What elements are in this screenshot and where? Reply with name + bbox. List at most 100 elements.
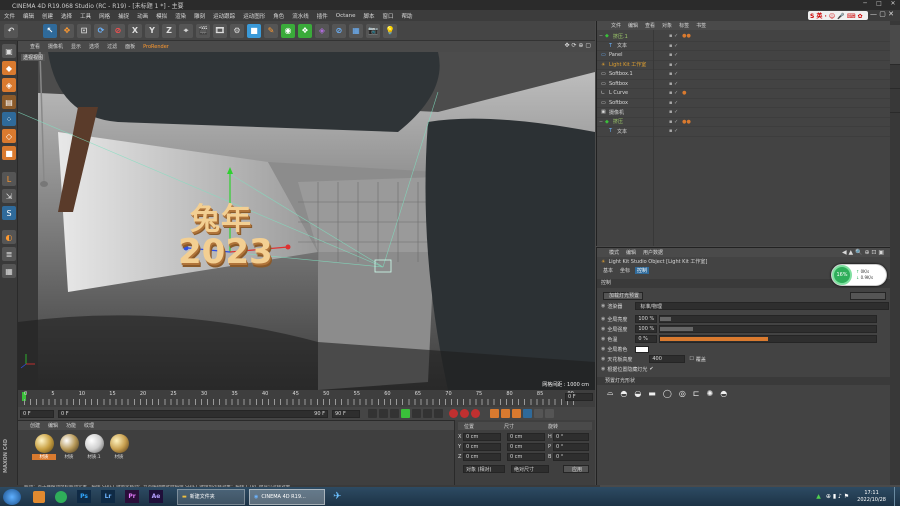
coord-system-icon[interactable]: ⌖ bbox=[179, 23, 193, 38]
make-editable-icon[interactable]: ▣ bbox=[2, 44, 16, 58]
visibility-icon[interactable]: ▪ ✓ bbox=[669, 100, 678, 106]
material-tag-icon[interactable]: ● bbox=[682, 90, 686, 96]
param-toggle-icon[interactable]: ◉ bbox=[601, 316, 605, 322]
pen-icon[interactable]: ✎ bbox=[264, 23, 278, 38]
attr-menu-edit[interactable]: 编辑 bbox=[626, 249, 636, 256]
visibility-icon[interactable]: ▪ ✓ bbox=[669, 52, 678, 58]
undo-icon[interactable]: ↶ bbox=[4, 23, 18, 38]
viewport-menu-options[interactable]: 选项 bbox=[89, 43, 99, 50]
rot-p-field[interactable]: 0 ° bbox=[553, 443, 589, 451]
position-key-icon[interactable] bbox=[490, 409, 499, 418]
param-key-icon[interactable] bbox=[523, 409, 532, 418]
live-selection-icon[interactable]: ↖ bbox=[43, 23, 57, 38]
expand-icon[interactable]: − bbox=[597, 119, 605, 125]
attr-menu-userdata[interactable]: 用户数据 bbox=[643, 249, 663, 256]
media-player-icon[interactable] bbox=[33, 490, 45, 503]
menu-sculpt[interactable]: 雕刻 bbox=[194, 12, 205, 20]
minimize-button[interactable]: ─ bbox=[858, 0, 872, 10]
cube-icon[interactable]: ■ bbox=[247, 23, 261, 38]
shape-preset-icon[interactable]: ▬ bbox=[648, 389, 656, 398]
preset-dropdown[interactable] bbox=[850, 291, 886, 300]
param-toggle-icon[interactable]: ◉ bbox=[601, 336, 605, 342]
lightroom-icon[interactable]: Lr bbox=[101, 490, 115, 503]
deformer-icon[interactable]: ◈ bbox=[315, 23, 329, 38]
shape-preset-icon[interactable]: ◎ bbox=[679, 389, 686, 398]
menu-file[interactable]: 文件 bbox=[4, 12, 15, 20]
render-picture-viewer-icon[interactable]: 🎞 bbox=[213, 23, 227, 38]
viewport-menu-prorender[interactable]: ProRender bbox=[143, 44, 169, 50]
menu-tools[interactable]: 工具 bbox=[80, 12, 91, 20]
last-tool-icon[interactable]: ⊘ bbox=[111, 23, 125, 38]
play-icon[interactable] bbox=[401, 409, 410, 418]
next-key-icon[interactable] bbox=[412, 409, 421, 418]
move-icon[interactable]: ✥ bbox=[60, 23, 74, 38]
timeline-menu-icon[interactable] bbox=[545, 409, 554, 418]
start-button[interactable] bbox=[3, 488, 21, 505]
start-frame-field[interactable]: 0 F bbox=[20, 409, 54, 418]
grid-icon[interactable]: ▦ bbox=[2, 264, 16, 278]
menu-create[interactable]: 创建 bbox=[42, 12, 53, 20]
attr-tab-coord[interactable]: 坐标 bbox=[618, 267, 632, 274]
rotate-icon[interactable]: ⟳ bbox=[94, 23, 108, 38]
snap-icon[interactable]: S bbox=[2, 206, 16, 220]
object-menu-file[interactable]: 文件 bbox=[611, 22, 621, 29]
object-row[interactable]: T 文本 ▪ ✓ bbox=[597, 42, 890, 51]
visibility-icon[interactable]: ▪ ✓ bbox=[669, 109, 678, 115]
object-row[interactable]: ▣ 摄像机 ▪ ✓ bbox=[597, 108, 890, 118]
object-row[interactable]: − ◆ 挤压 ▪ ✓ ●● bbox=[597, 118, 890, 127]
taskbar-c4d-window[interactable]: ◉ CINEMA 4D R19... bbox=[249, 488, 325, 505]
menu-octane[interactable]: Octane bbox=[336, 13, 356, 19]
layers-icon[interactable]: ≣ bbox=[2, 247, 16, 261]
menu-pipeline[interactable]: 流水线 bbox=[292, 12, 309, 20]
premiere-icon[interactable]: Pr bbox=[125, 490, 139, 503]
render-view-icon[interactable]: 🎬 bbox=[196, 23, 210, 38]
material-swatch[interactable]: 材质 bbox=[107, 434, 131, 460]
intensity-field[interactable]: 100 % bbox=[635, 325, 658, 333]
material-swatch[interactable]: 材质 bbox=[57, 434, 81, 460]
play-backward-icon[interactable] bbox=[390, 409, 399, 418]
shield-icon[interactable]: ▲ bbox=[816, 493, 821, 500]
shape-preset-icon[interactable]: ⊏ bbox=[693, 389, 700, 398]
size-z-field[interactable]: 0 cm bbox=[507, 453, 545, 461]
timeline-ruler[interactable]: 0 5 10 15 20 25 30 35 40 45 50 55 60 65 … bbox=[18, 390, 595, 407]
maximize-button[interactable]: □ bbox=[872, 0, 886, 10]
visibility-icon[interactable]: ▪ ✓ bbox=[669, 62, 678, 68]
shape-preset-icon[interactable]: ◓ bbox=[720, 389, 727, 398]
object-row[interactable]: ▭ Panel ▪ ✓ bbox=[597, 51, 890, 61]
show-desktop-button[interactable] bbox=[894, 487, 900, 506]
go-to-end-icon[interactable] bbox=[423, 409, 432, 418]
object-menu-tags[interactable]: 标签 bbox=[679, 22, 689, 29]
pos-x-field[interactable]: 0 cm bbox=[463, 433, 501, 441]
param-toggle-icon[interactable]: ◉ bbox=[601, 356, 605, 362]
menu-help[interactable]: 帮助 bbox=[402, 12, 413, 20]
material-menu-texture[interactable]: 纹理 bbox=[84, 422, 94, 429]
object-row[interactable]: ∟ L Curve ▪ ✓ ● bbox=[597, 89, 890, 99]
visibility-icon[interactable]: ▪ ✓ bbox=[669, 43, 678, 49]
apply-button[interactable]: 应用 bbox=[563, 465, 589, 473]
menu-motion-tracking[interactable]: 运动跟踪 bbox=[213, 12, 235, 20]
rot-b-field[interactable]: 0 ° bbox=[553, 453, 589, 461]
material-menu-create[interactable]: 创建 bbox=[30, 422, 40, 429]
bird-app-icon[interactable]: ✈ bbox=[333, 491, 341, 502]
keyframe-selection-icon[interactable] bbox=[471, 409, 480, 418]
rotation-key-icon[interactable] bbox=[512, 409, 521, 418]
visibility-icon[interactable]: ▪ ✓ bbox=[669, 119, 678, 125]
x-axis-icon[interactable]: X bbox=[128, 23, 142, 38]
visibility-icon[interactable]: ▪ ✓ bbox=[669, 90, 678, 96]
material-swatch[interactable]: 材质 bbox=[32, 434, 56, 460]
menu-snap[interactable]: 捕捉 bbox=[118, 12, 129, 20]
network-speed-widget[interactable]: 16% ↑ 0K/s ↓ 0.9K/s bbox=[831, 264, 887, 286]
shape-preset-icon[interactable]: ✺ bbox=[707, 389, 714, 398]
visibility-icon[interactable]: ▪ ✓ bbox=[669, 81, 678, 87]
size-x-field[interactable]: 0 cm bbox=[507, 433, 545, 441]
loop-icon[interactable] bbox=[434, 409, 443, 418]
attr-tab-basic[interactable]: 基本 bbox=[601, 267, 615, 274]
attr-tab-control[interactable]: 控制 bbox=[635, 267, 650, 274]
go-to-start-icon[interactable] bbox=[368, 409, 377, 418]
tweak-mode-icon[interactable]: ⇲ bbox=[2, 189, 16, 203]
frame-range-slider[interactable]: 0 F 90 F bbox=[58, 409, 328, 418]
clock[interactable]: 17:11 2022/10/28 bbox=[857, 490, 886, 504]
param-toggle-icon[interactable]: ◉ bbox=[601, 326, 605, 332]
saturation-slider[interactable] bbox=[659, 335, 878, 343]
brightness-field[interactable]: 100 % bbox=[635, 315, 658, 323]
